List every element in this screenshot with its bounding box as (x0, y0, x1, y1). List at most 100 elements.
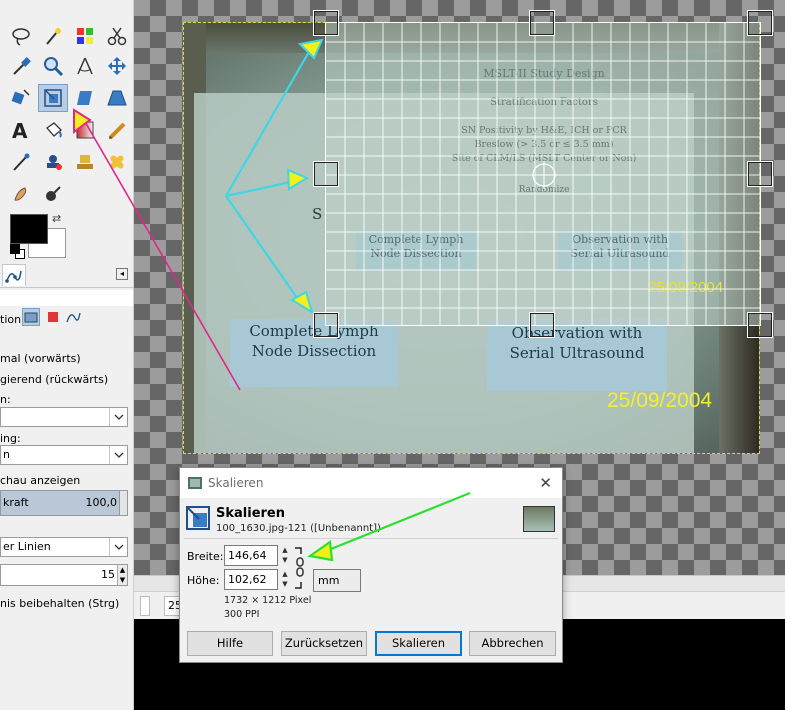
pencil-icon (108, 122, 126, 140)
cancel-button[interactable]: Abbrechen (469, 631, 556, 656)
smudge-finger-icon (14, 187, 27, 201)
opacity-slider[interactable]: kraft 100,0 (0, 490, 128, 516)
keep-aspect-option[interactable]: nis beibehalten (Strg) (0, 597, 119, 610)
photo-box-observation: Observation with Serial Ultrasound (487, 319, 667, 391)
tab-paths[interactable] (2, 264, 26, 286)
handle-bottom-right[interactable] (747, 312, 773, 338)
height-spinner[interactable]: ▲ ▼ (280, 569, 290, 590)
scale-tool[interactable] (38, 84, 68, 112)
chain-link-icon[interactable] (293, 546, 307, 590)
bucket-icon (46, 122, 62, 138)
reset-button[interactable]: Zurücksetzen (281, 631, 367, 656)
interpolation-select[interactable] (0, 407, 128, 427)
shear-tool[interactable] (70, 84, 100, 112)
fuzzy-select-tool[interactable] (38, 22, 68, 50)
gimp-window-icon (188, 477, 202, 489)
direction-corrective-option[interactable]: gierend (rückwärts) (0, 373, 108, 386)
dodge-icon (46, 186, 61, 201)
gradient-icon (76, 121, 94, 139)
options-header-strip (0, 290, 133, 306)
unit-select[interactable]: mm (313, 569, 361, 592)
unit-value: mm (318, 574, 340, 587)
pencil-tool[interactable] (102, 116, 132, 144)
svg-text:A: A (12, 119, 28, 141)
height-label: Höhe: (187, 574, 220, 587)
pixel-size-info: 1732 × 1212 Pixel (224, 595, 312, 606)
photo-partial-text: S (312, 205, 323, 223)
guides-count-value: 15 (101, 568, 115, 581)
opacity-label: kraft (3, 496, 29, 509)
blend-tool[interactable] (70, 116, 100, 144)
foreground-color-swatch-top[interactable] (10, 214, 48, 244)
width-spinner[interactable]: ▲ ▼ (280, 545, 290, 566)
dock-tabs (0, 262, 133, 288)
opacity-spin[interactable] (119, 491, 127, 515)
default-colors-fg-icon[interactable] (10, 244, 20, 254)
dialog-separator (184, 538, 558, 539)
move-tool[interactable] (102, 52, 132, 80)
close-icon[interactable]: ✕ (539, 474, 552, 492)
transform-path-button[interactable] (64, 308, 82, 326)
selection-red-icon (48, 312, 58, 322)
image-thumbnail (523, 506, 555, 532)
transform-selection-button[interactable] (44, 308, 62, 326)
smudge-tool[interactable] (6, 180, 36, 208)
compass-icon (77, 57, 93, 75)
perspective-icon (107, 90, 127, 106)
scale-dialog: Skalieren ✕ Skalieren 100_1630.jpg-121 (… (179, 467, 563, 663)
guides-count-spin[interactable]: ▲ ▼ (117, 565, 127, 585)
color-select-tool[interactable] (70, 22, 100, 50)
scale-button[interactable]: Skalieren (375, 631, 462, 656)
text-a-icon: A (12, 119, 28, 141)
clone-tool[interactable] (38, 148, 68, 176)
scissors-tool[interactable] (102, 22, 132, 50)
handle-middle-right[interactable] (747, 161, 773, 187)
perspective-tool[interactable] (102, 84, 132, 112)
move-arrows-icon (108, 57, 126, 75)
shear-icon (77, 91, 92, 105)
lasso-icon (12, 28, 30, 46)
height-input[interactable]: 102,62 (224, 569, 278, 590)
help-button[interactable]: Hilfe (187, 631, 273, 656)
color-picker-tool[interactable] (6, 52, 36, 80)
layer-icon (24, 312, 38, 323)
scale-preview-overlay[interactable]: MSLT-II Study Design Stratification Fact… (325, 22, 761, 326)
handle-middle-left[interactable] (313, 161, 339, 187)
panel-menu-icon[interactable]: ◂ (116, 268, 128, 280)
handle-bottom-center[interactable] (529, 312, 555, 338)
transform-layer-button[interactable] (22, 308, 40, 326)
show-preview-checkbox[interactable]: chau anzeigen (0, 474, 80, 487)
path-icon (66, 312, 81, 323)
handle-top-right[interactable] (747, 10, 773, 36)
swap-colors-icon[interactable]: ⇄ (52, 212, 61, 225)
ink-tool[interactable] (6, 148, 36, 176)
handle-top-center[interactable] (529, 10, 555, 36)
tool-options-panel: tion: mal (vorwärts) gierend (rückwärts)… (0, 290, 133, 710)
direction-normal-option[interactable]: mal (vorwärts) (0, 352, 81, 365)
dodge-burn-tool[interactable] (38, 180, 68, 208)
scale-dialog-icon (186, 506, 210, 530)
text-tool[interactable]: A (6, 116, 36, 144)
guides-select[interactable]: er Linien (0, 537, 128, 557)
bucket-fill-tool[interactable] (38, 116, 68, 144)
dialog-titlebar[interactable]: Skalieren ✕ (180, 468, 562, 498)
zoom-tool[interactable] (38, 52, 68, 80)
free-select-tool[interactable] (6, 22, 36, 50)
scale-icon (44, 89, 62, 107)
fountain-pen-icon (13, 153, 30, 171)
height-value: 102,62 (228, 573, 267, 586)
clipping-select[interactable]: n (0, 445, 128, 465)
width-label: Breite: (187, 550, 224, 563)
dialog-heading: Skalieren (216, 506, 285, 521)
handle-bottom-left[interactable] (313, 312, 339, 338)
width-input[interactable]: 146,64 (224, 545, 278, 566)
perspective-clone-tool[interactable] (70, 148, 100, 176)
guides-icon (0, 518, 18, 536)
align-tool[interactable] (6, 84, 36, 112)
guides-count-field[interactable]: 15 ▲ ▼ (0, 564, 128, 586)
heal-tool[interactable] (102, 148, 132, 176)
measure-tool[interactable] (70, 52, 100, 80)
handle-top-left[interactable] (313, 10, 339, 36)
chevron-down-icon (109, 446, 127, 464)
photo-date: 25/09/2004 (607, 389, 713, 412)
